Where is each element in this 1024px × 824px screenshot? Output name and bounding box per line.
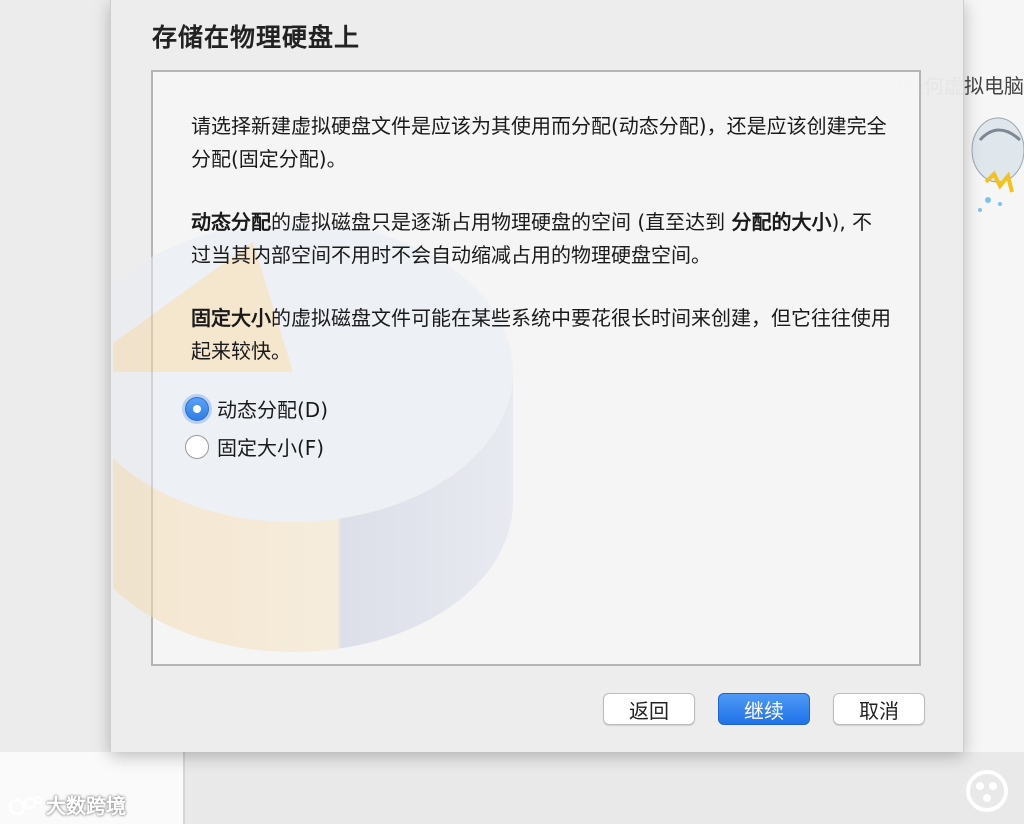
watermark: 大数跨境 (8, 790, 126, 819)
description-paragraph-3: 固定大小的虚拟磁盘文件可能在某些系统中要花很长时间来创建，但它往往使用起来较快。 (191, 302, 891, 368)
cancel-button[interactable]: 取消 (833, 693, 925, 725)
watermark-logo-icon (966, 770, 1008, 812)
fixed-size-term: 固定大小 (191, 306, 271, 330)
dynamic-allocation-term: 动态分配 (191, 210, 271, 234)
radio-label-fixed[interactable]: 固定大小(F) (217, 432, 324, 461)
weibo-logo-icon (8, 795, 42, 815)
radio-label-dynamic[interactable]: 动态分配(D) (217, 394, 328, 423)
continue-button[interactable]: 继续 (718, 693, 810, 725)
paragraph-2-text: 的虚拟磁盘只是逐渐占用物理硬盘的空间 (直至达到 (271, 210, 732, 234)
description-paragraph-2: 动态分配的虚拟磁盘只是逐渐占用物理硬盘的空间 (直至达到 分配的大小), 不过当… (191, 206, 891, 272)
description-paragraph-1: 请选择新建虚拟硬盘文件是应该为其使用而分配(动态分配)，还是应该创建完全分配(固… (191, 114, 887, 171)
dialog-title: 存储在物理硬盘上 (152, 23, 361, 52)
radio-button-dynamic[interactable] (185, 396, 209, 421)
radio-button-fixed[interactable] (185, 434, 209, 459)
back-button[interactable]: 返回 (603, 693, 695, 725)
watermark-text: 大数跨境 (46, 794, 126, 818)
paragraph-3-text: 的虚拟磁盘文件可能在某些系统中要花很长时间来创建，但它往往使用起来较快。 (191, 306, 891, 363)
radio-option-dynamic[interactable]: 动态分配(D) (185, 394, 328, 423)
radio-option-fixed[interactable]: 固定大小(F) (185, 432, 324, 461)
allocated-size-term: 分配的大小 (731, 210, 832, 234)
dialog-content-box: 请选择新建虚拟硬盘文件是应该为其使用而分配(动态分配)，还是应该创建完全分配(固… (113, 70, 921, 666)
